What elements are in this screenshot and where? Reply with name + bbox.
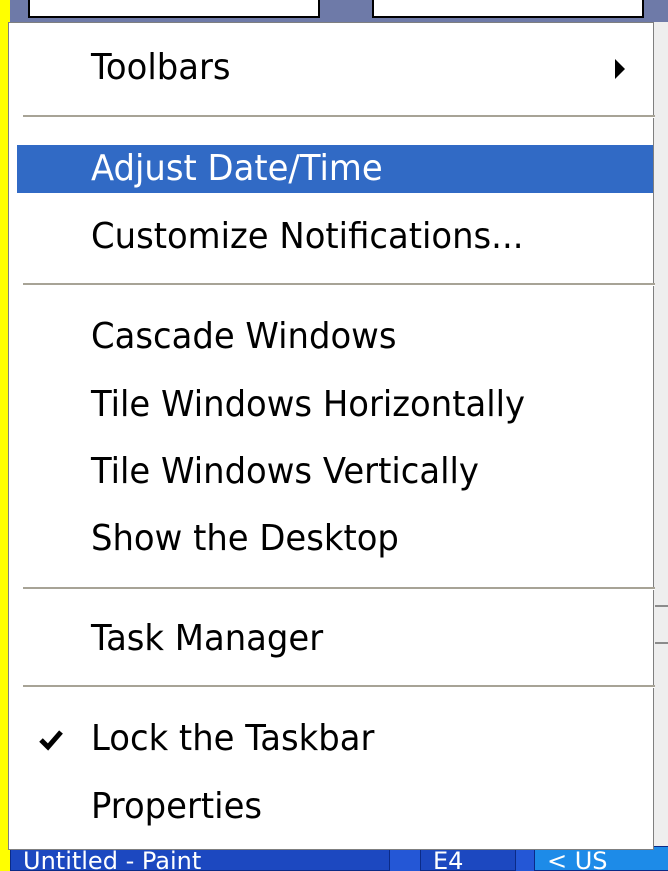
menu-item-label: Show the Desktop: [91, 518, 399, 559]
desktop-window-mark: [655, 642, 668, 644]
menu-item-label: Customize Notifications...: [91, 216, 524, 257]
menu-item-properties[interactable]: Properties: [17, 783, 653, 831]
menu-item-label: Tile Windows Vertically: [91, 451, 479, 492]
menu-item-adjust-date-time[interactable]: Adjust Date/Time: [17, 145, 653, 193]
menu-separator: [23, 115, 655, 118]
menu-item-label: Tile Windows Horizontally: [91, 384, 526, 425]
menu-item-show-desktop[interactable]: Show the Desktop: [17, 515, 653, 563]
menu-item-lock-taskbar[interactable]: Lock the Taskbar: [17, 715, 653, 763]
menu-item-label: Toolbars: [91, 47, 231, 88]
checkmark-icon: [39, 730, 63, 751]
menu-item-toolbars[interactable]: Toolbars: [17, 44, 653, 92]
menu-item-customize-notifications[interactable]: Customize Notifications...: [17, 213, 653, 261]
desktop-window-edge: [652, 22, 668, 852]
menu-separator: [23, 283, 655, 286]
menu-item-task-manager[interactable]: Task Manager: [17, 615, 653, 663]
desktop-window-frame: [372, 0, 644, 18]
menu-separator: [23, 587, 655, 590]
triangle-right-icon: [615, 59, 625, 79]
menu-item-label: Lock the Taskbar: [91, 718, 375, 759]
menu-item-cascade-windows[interactable]: Cascade Windows: [17, 313, 653, 361]
desktop-window-mark: [655, 605, 668, 607]
desktop-window-frame: [28, 0, 320, 18]
menu-item-tile-horizontally[interactable]: Tile Windows Horizontally: [17, 381, 653, 429]
menu-item-label: Adjust Date/Time: [91, 148, 383, 189]
menu-separator: [23, 685, 655, 688]
menu-item-label: Properties: [91, 786, 263, 827]
menu-item-tile-vertically[interactable]: Tile Windows Vertically: [17, 448, 653, 496]
taskbar-context-menu: Toolbars Adjust Date/Time Customize Noti…: [8, 22, 655, 850]
menu-item-label: Task Manager: [91, 618, 324, 659]
menu-item-label: Cascade Windows: [91, 316, 397, 357]
